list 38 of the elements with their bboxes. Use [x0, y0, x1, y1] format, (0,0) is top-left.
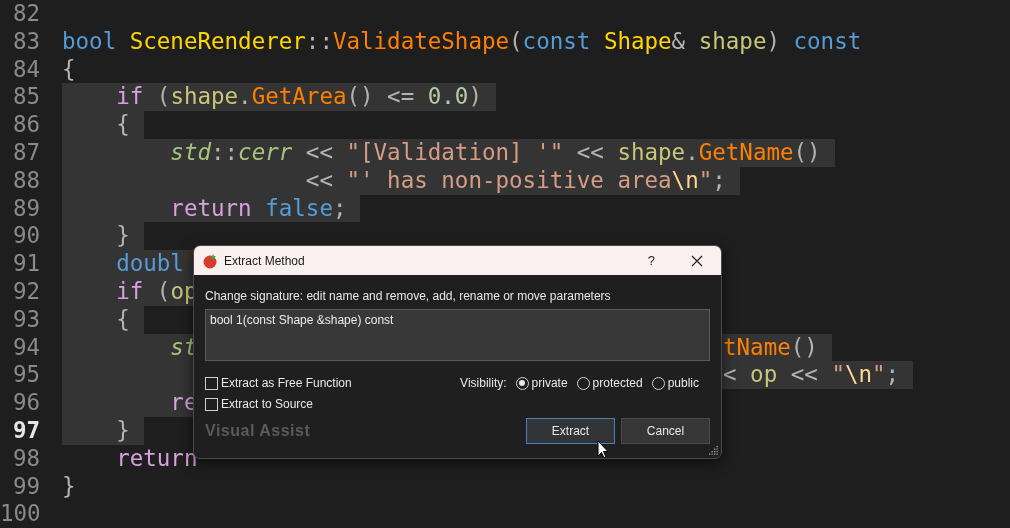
signature-field[interactable]: bool 1(const Shape &shape) const	[205, 309, 710, 361]
line-number: 86	[11, 111, 40, 139]
mouse-pointer-icon	[597, 440, 609, 459]
brand-logo: Visual Assist	[205, 422, 311, 440]
line-number: 90	[11, 222, 40, 251]
code-line: }	[62, 472, 77, 501]
line-number: 92	[11, 277, 40, 306]
dialog-button[interactable]: Extract	[526, 418, 615, 444]
line-number: 87	[11, 139, 40, 167]
visibility-label: Visibility:	[460, 375, 507, 391]
radio-option[interactable]: protected	[576, 375, 643, 391]
line-number: 89	[11, 194, 40, 223]
dialog-button[interactable]: Cancel	[621, 418, 710, 444]
resize-grip-icon[interactable]	[709, 446, 719, 456]
line-number: 96	[11, 389, 40, 417]
radio-option[interactable]: private	[515, 375, 568, 391]
line-number: 84	[11, 55, 40, 84]
code-line: bool SceneRenderer::ValidateShape(const Shape& shape) const	[62, 27, 863, 56]
tomato-icon	[202, 252, 218, 269]
line-number: 85	[11, 83, 40, 112]
line-number: 91	[11, 250, 40, 278]
checkbox-option[interactable]: Extract as Free Function	[205, 375, 352, 391]
line-number: 99	[11, 472, 40, 501]
help-button[interactable]: ?	[643, 253, 659, 268]
line-number: 83	[11, 27, 40, 56]
line-number: 97	[11, 416, 40, 445]
line-number: 88	[11, 166, 40, 195]
line-number: 100	[0, 500, 40, 528]
line-number: 94	[11, 333, 40, 362]
close-icon[interactable]	[691, 254, 703, 267]
line-number: 95	[11, 361, 40, 390]
radio-option[interactable]: public	[651, 375, 699, 391]
line-number: 98	[11, 444, 40, 473]
dialog-title: Extract Method	[224, 253, 306, 268]
code-line: return	[115, 444, 199, 473]
line-number: 82	[11, 0, 40, 28]
line-number: 93	[11, 305, 40, 334]
code-line: {	[62, 55, 77, 84]
